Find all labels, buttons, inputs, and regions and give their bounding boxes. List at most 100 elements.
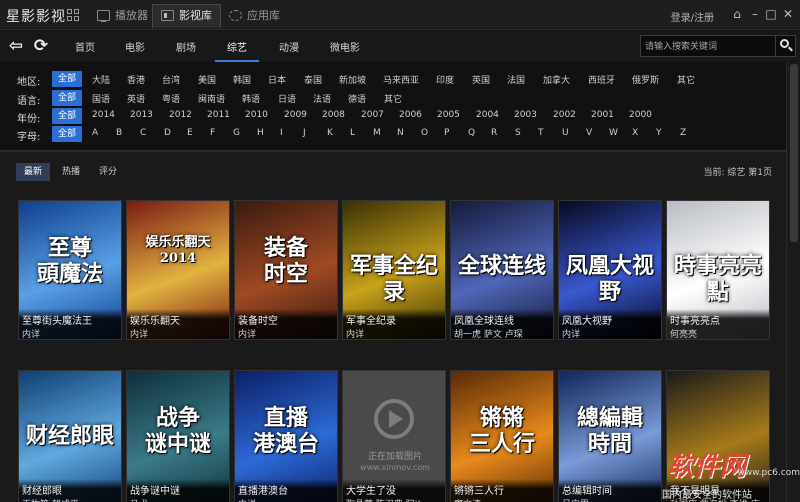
- skin-icon[interactable]: ⌂: [730, 7, 744, 21]
- card-title[interactable]: 时事亮亮点: [670, 312, 768, 327]
- maximize-icon[interactable]: □: [764, 7, 778, 21]
- search-button[interactable]: [775, 36, 795, 56]
- filter-option-letter[interactable]: P: [444, 128, 449, 138]
- filter-option-region[interactable]: 台湾: [162, 73, 180, 86]
- nav-variety[interactable]: 综艺: [215, 39, 259, 62]
- filter-option-year[interactable]: 2011: [207, 110, 230, 120]
- filter-option-language[interactable]: 英语: [127, 92, 145, 105]
- filter-option-letter[interactable]: J: [303, 128, 306, 138]
- filter-option-region[interactable]: 美国: [198, 73, 216, 86]
- filter-option-language[interactable]: 德语: [348, 92, 366, 105]
- filter-option-year[interactable]: 2014: [92, 110, 115, 120]
- filter-option-letter[interactable]: 全部: [52, 126, 83, 142]
- filter-option-region[interactable]: 大陆: [92, 73, 110, 86]
- nav-home[interactable]: 首页: [75, 39, 95, 54]
- filter-option-year[interactable]: 全部: [52, 108, 83, 124]
- filter-option-letter[interactable]: O: [421, 128, 428, 138]
- card-title[interactable]: 至尊街头魔法王: [22, 312, 120, 327]
- close-icon[interactable]: ✕: [781, 7, 795, 21]
- filter-option-language[interactable]: 韩语: [242, 92, 260, 105]
- card-title[interactable]: 总编辑时间: [562, 482, 660, 497]
- tab-app-library[interactable]: 应用库: [220, 4, 289, 28]
- filter-option-letter[interactable]: M: [373, 128, 381, 138]
- filter-option-letter[interactable]: B: [116, 128, 122, 138]
- card-title[interactable]: 凤凰全球连线: [454, 312, 552, 327]
- filter-option-letter[interactable]: F: [210, 128, 215, 138]
- vertical-scrollbar[interactable]: [786, 62, 800, 502]
- card-title[interactable]: 军事全纪录: [346, 312, 444, 327]
- filter-option-region[interactable]: 泰国: [304, 73, 322, 86]
- filter-option-letter[interactable]: R: [491, 128, 497, 138]
- filter-option-year[interactable]: 2009: [284, 110, 307, 120]
- filter-option-region[interactable]: 马来西亚: [383, 73, 419, 86]
- filter-option-region[interactable]: 加拿大: [543, 73, 570, 86]
- filter-option-year[interactable]: 2004: [476, 110, 499, 120]
- card-title[interactable]: 装备时空: [238, 312, 336, 327]
- filter-option-letter[interactable]: W: [609, 128, 618, 138]
- filter-option-region[interactable]: 日本: [268, 73, 286, 86]
- filter-option-letter[interactable]: Q: [468, 128, 475, 138]
- filter-option-region[interactable]: 全部: [52, 71, 83, 87]
- sort-tab-hot[interactable]: 热播: [54, 163, 88, 181]
- tab-player[interactable]: 播放器: [88, 4, 157, 28]
- filter-option-language[interactable]: 粤语: [162, 92, 180, 105]
- filter-option-letter[interactable]: U: [562, 128, 569, 138]
- filter-option-year[interactable]: 2007: [361, 110, 384, 120]
- filter-option-year[interactable]: 2010: [245, 110, 268, 120]
- card-title[interactable]: 娱乐乐翻天: [130, 312, 228, 327]
- filter-option-year[interactable]: 2002: [553, 110, 576, 120]
- filter-option-year[interactable]: 2008: [322, 110, 345, 120]
- sort-tab-latest[interactable]: 最新: [16, 163, 51, 181]
- filter-option-year[interactable]: 2013: [130, 110, 153, 120]
- card-title[interactable]: 财经郎眼: [22, 482, 120, 497]
- filter-option-letter[interactable]: I: [280, 128, 283, 138]
- filter-option-letter[interactable]: K: [327, 128, 333, 138]
- sort-tab-rating[interactable]: 评分: [91, 163, 125, 181]
- nav-movies[interactable]: 电影: [125, 39, 145, 54]
- search-input[interactable]: [645, 39, 773, 54]
- filter-option-region[interactable]: 英国: [472, 73, 490, 86]
- filter-option-letter[interactable]: S: [515, 128, 521, 138]
- filter-option-region[interactable]: 香港: [127, 73, 145, 86]
- filter-option-year[interactable]: 2003: [514, 110, 537, 120]
- filter-option-language[interactable]: 法语: [313, 92, 331, 105]
- nav-micro-film[interactable]: 微电影: [330, 39, 360, 54]
- filter-option-year[interactable]: 2000: [629, 110, 652, 120]
- app-grid-icon[interactable]: [67, 9, 79, 21]
- filter-option-language[interactable]: 其它: [384, 92, 402, 105]
- filter-option-letter[interactable]: E: [187, 128, 193, 138]
- filter-option-letter[interactable]: T: [538, 128, 544, 138]
- nav-anime[interactable]: 动漫: [279, 39, 299, 54]
- filter-option-letter[interactable]: A: [92, 128, 98, 138]
- refresh-icon[interactable]: ⟳: [31, 36, 51, 56]
- card-title[interactable]: 锵锵三人行: [454, 482, 552, 497]
- back-arrow-icon[interactable]: ⇦: [6, 36, 26, 56]
- filter-option-letter[interactable]: L: [350, 128, 355, 138]
- login-register-link[interactable]: 登录/注册: [671, 9, 714, 24]
- card-title[interactable]: 直播港澳台: [238, 482, 336, 497]
- filter-option-letter[interactable]: X: [632, 128, 638, 138]
- filter-option-letter[interactable]: G: [233, 128, 240, 138]
- filter-option-letter[interactable]: C: [140, 128, 146, 138]
- filter-option-language[interactable]: 全部: [52, 90, 83, 106]
- filter-option-letter[interactable]: Y: [656, 128, 662, 138]
- filter-option-region[interactable]: 印度: [436, 73, 454, 86]
- filter-option-region[interactable]: 新加坡: [339, 73, 366, 86]
- filter-option-region[interactable]: 法国: [507, 73, 525, 86]
- tab-video-library[interactable]: 影视库: [152, 4, 221, 28]
- filter-option-language[interactable]: 日语: [278, 92, 296, 105]
- filter-option-year[interactable]: 2001: [591, 110, 614, 120]
- filter-option-region[interactable]: 俄罗斯: [632, 73, 659, 86]
- filter-option-letter[interactable]: H: [257, 128, 264, 138]
- card-title[interactable]: 战争谜中谜: [130, 482, 228, 497]
- filter-option-year[interactable]: 2006: [399, 110, 422, 120]
- filter-option-language[interactable]: 国语: [92, 92, 110, 105]
- filter-option-year[interactable]: 2012: [169, 110, 192, 120]
- nav-theater[interactable]: 剧场: [176, 39, 196, 54]
- filter-option-letter[interactable]: V: [586, 128, 592, 138]
- card-title[interactable]: 大学生了没: [346, 482, 444, 497]
- filter-option-letter[interactable]: Z: [680, 128, 686, 138]
- filter-option-letter[interactable]: N: [397, 128, 404, 138]
- minimize-icon[interactable]: –: [748, 7, 762, 21]
- filter-option-year[interactable]: 2005: [437, 110, 460, 120]
